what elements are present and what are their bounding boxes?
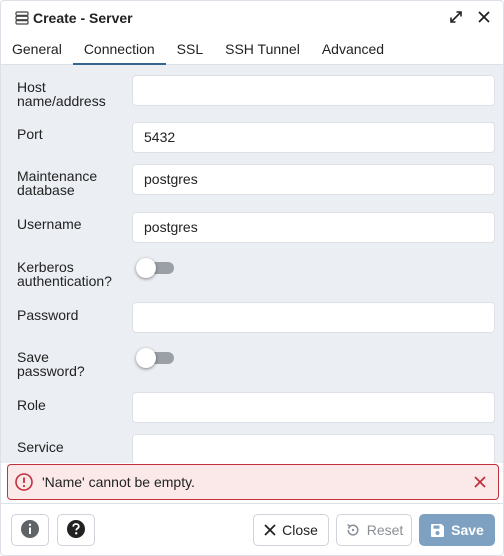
- close-icon[interactable]: [472, 474, 488, 490]
- port-input[interactable]: 5432: [132, 122, 495, 153]
- close-button[interactable]: Close: [253, 514, 329, 546]
- kerberos-toggle[interactable]: [136, 258, 174, 278]
- error-alert: 'Name' cannot be empty.: [7, 464, 499, 500]
- host-label-line2: name/address: [17, 93, 106, 109]
- tab-ssl[interactable]: SSL: [166, 35, 214, 65]
- close-icon: [264, 524, 276, 536]
- tab-connection[interactable]: Connection: [72, 35, 166, 65]
- maintenance-db-label: Maintenance database: [17, 169, 127, 197]
- save-password-label-line1: Save: [17, 349, 49, 365]
- help-button[interactable]: [57, 514, 95, 546]
- dialog-footer: Close Reset Save: [1, 503, 503, 555]
- host-input[interactable]: [132, 75, 495, 106]
- reset-icon: [345, 522, 361, 538]
- close-button-label: Close: [282, 522, 318, 538]
- save-password-toggle-knob: [136, 348, 156, 368]
- error-message: 'Name' cannot be empty.: [42, 474, 195, 490]
- service-label: Service: [17, 439, 64, 455]
- maintenance-db-label-line2: database: [17, 182, 75, 198]
- server-icon: [15, 11, 29, 25]
- expand-icon[interactable]: [447, 8, 465, 26]
- password-label: Password: [17, 307, 79, 323]
- connection-form[interactable]: Host name/address Port 5432 Maintenance …: [1, 65, 503, 463]
- tab-bar: General Connection SSL SSH Tunnel Advanc…: [1, 35, 503, 65]
- username-label: Username: [17, 216, 82, 232]
- save-password-toggle[interactable]: [136, 348, 174, 368]
- info-button[interactable]: [11, 514, 49, 546]
- role-input[interactable]: [132, 392, 495, 423]
- host-label-line1: Host: [17, 79, 46, 95]
- tab-advanced[interactable]: Advanced: [311, 35, 395, 65]
- save-button-label: Save: [451, 522, 484, 538]
- help-icon: [66, 519, 86, 542]
- username-input[interactable]: postgres: [132, 212, 495, 243]
- service-input[interactable]: [132, 434, 495, 463]
- tab-general[interactable]: General: [1, 35, 73, 65]
- info-icon: [20, 519, 40, 542]
- tab-ssh-tunnel[interactable]: SSH Tunnel: [214, 35, 311, 65]
- role-label: Role: [17, 397, 46, 413]
- dialog-titlebar[interactable]: Create - Server: [1, 1, 503, 35]
- password-input[interactable]: [132, 302, 495, 333]
- reset-button-label: Reset: [366, 522, 404, 538]
- maintenance-db-input[interactable]: postgres: [132, 164, 495, 195]
- host-label: Host name/address: [17, 80, 127, 108]
- error-icon: [14, 472, 34, 492]
- kerberos-label-line1: Kerberos: [17, 259, 74, 275]
- create-server-dialog: Create - Server General Connection SSL S…: [0, 0, 504, 556]
- dialog-title: Create - Server: [33, 10, 133, 26]
- save-password-label: Save password?: [17, 350, 127, 378]
- kerberos-toggle-knob: [136, 258, 156, 278]
- port-label: Port: [17, 126, 43, 142]
- kerberos-label-line2: authentication?: [17, 273, 112, 289]
- save-password-label-line2: password?: [17, 363, 85, 379]
- maintenance-db-label-line1: Maintenance: [17, 168, 98, 184]
- close-icon[interactable]: [475, 8, 493, 26]
- title-actions: [447, 8, 493, 26]
- reset-button[interactable]: Reset: [336, 514, 412, 546]
- save-button[interactable]: Save: [419, 514, 495, 546]
- kerberos-label: Kerberos authentication?: [17, 260, 127, 288]
- save-icon: [430, 523, 445, 538]
